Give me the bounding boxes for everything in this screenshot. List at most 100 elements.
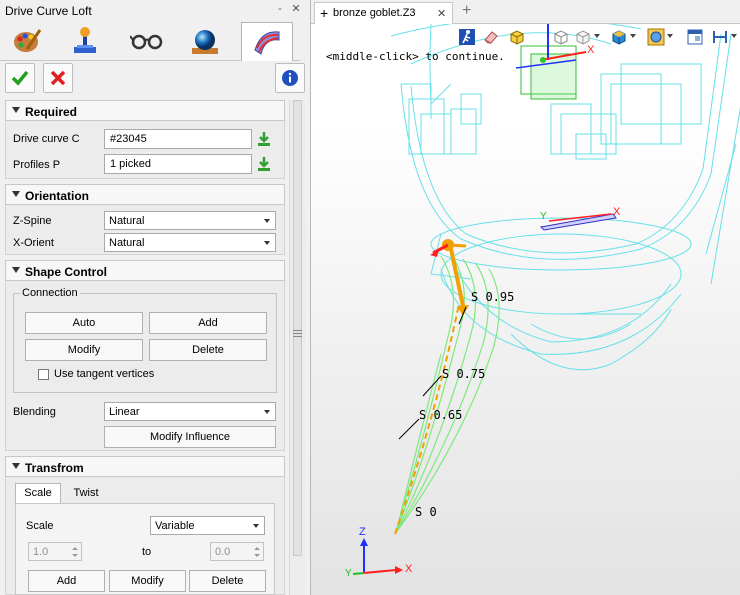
- add-tab-button[interactable]: +: [462, 2, 471, 20]
- required-section-body: Drive curve C #23045 Profiles P 1 picked: [5, 121, 285, 179]
- collapse-triangle-icon: [12, 191, 20, 197]
- pick-arrow-icon[interactable]: [256, 131, 272, 147]
- collapse-triangle-icon: [12, 463, 20, 469]
- tangent-vertices-checkbox[interactable]: [38, 369, 49, 380]
- blending-value: Linear: [109, 406, 140, 418]
- transform-section-body: Scale Twist Scale Variable 1.0 to 0.0 Ad…: [5, 477, 285, 595]
- cancel-button[interactable]: [43, 63, 73, 93]
- chevron-down-icon: [264, 241, 270, 245]
- spin-down-icon: [72, 554, 78, 557]
- add-button[interactable]: Add: [149, 312, 267, 334]
- transform-delete-button[interactable]: Delete: [189, 570, 266, 592]
- paint-palette-icon[interactable]: [2, 22, 52, 60]
- close-panel-button[interactable]: ✕: [289, 2, 303, 16]
- scale-to-spinner[interactable]: 0.0: [210, 542, 264, 561]
- pin-button[interactable]: ‐: [273, 2, 287, 16]
- profile-y-label: Y: [540, 211, 547, 222]
- scale-select[interactable]: Variable: [150, 516, 265, 535]
- label-s-095: S 0.95: [471, 290, 515, 304]
- collapse-triangle-icon: [12, 267, 20, 273]
- pick-arrow-icon[interactable]: [256, 156, 272, 172]
- connection-label: Connection: [20, 287, 80, 299]
- collapse-triangle-icon: [12, 107, 20, 113]
- connection-group: Connection Auto Add Modify Delete Use ta…: [13, 287, 277, 393]
- profiles-label: Profiles P: [13, 159, 61, 171]
- action-bar: [0, 61, 305, 95]
- tab-twist[interactable]: Twist: [64, 484, 108, 504]
- tool-icon-bar: [0, 20, 300, 61]
- render-sphere-icon[interactable]: [647, 28, 665, 46]
- modify-influence-button[interactable]: Modify Influence: [104, 426, 276, 448]
- blending-label: Blending: [13, 406, 56, 418]
- drive-curve-loft-panel: Drive Curve Loft ‐ ✕ Required Drive curv…: [0, 0, 311, 595]
- section-title: Transfrom: [25, 461, 84, 475]
- ok-button[interactable]: [5, 63, 35, 93]
- triad-z-label: Z: [359, 526, 366, 538]
- glasses-icon[interactable]: [122, 22, 172, 60]
- label-s-065: S 0.65: [419, 408, 463, 422]
- chevron-down-icon[interactable]: [731, 34, 737, 38]
- chevron-down-icon: [253, 524, 259, 528]
- running-man-icon[interactable]: [458, 28, 476, 46]
- zspine-select[interactable]: Natural: [104, 211, 276, 230]
- close-tab-icon[interactable]: ✕: [437, 7, 446, 20]
- chevron-down-icon[interactable]: [594, 34, 600, 38]
- loft-surface-icon[interactable]: [241, 22, 293, 61]
- section-title: Shape Control: [25, 265, 108, 279]
- shaded-box-icon[interactable]: [610, 28, 628, 46]
- panel-title: Drive Curve Loft: [5, 4, 92, 18]
- chevron-down-icon: [264, 219, 270, 223]
- triad-y-label: Y: [345, 568, 352, 579]
- profile-x-label: X: [613, 206, 621, 218]
- tab-bronze-goblet[interactable]: + bronze goblet.Z3 ✕: [314, 2, 453, 24]
- model-wireframe: [352, 24, 740, 575]
- scale-value: Variable: [155, 520, 195, 532]
- joystick-icon[interactable]: [60, 22, 110, 60]
- info-icon: [282, 70, 298, 86]
- drive-curve-field[interactable]: #23045: [104, 129, 252, 149]
- required-section-header[interactable]: Required: [5, 100, 285, 121]
- pin-plus-icon: +: [320, 5, 329, 21]
- wire-box-icon[interactable]: [552, 28, 570, 46]
- window-view-icon[interactable]: [686, 28, 704, 46]
- auto-button[interactable]: Auto: [25, 312, 143, 334]
- tab-scale[interactable]: Scale: [15, 483, 61, 503]
- to-label: to: [142, 546, 152, 558]
- spin-up-icon: [72, 547, 78, 550]
- x-icon: [50, 70, 66, 86]
- blending-select[interactable]: Linear: [104, 402, 276, 421]
- check-icon: [11, 70, 29, 86]
- eraser-icon[interactable]: [482, 28, 500, 46]
- document-tab-bar: + bronze goblet.Z3 ✕ +: [311, 0, 740, 24]
- xorient-select[interactable]: Natural: [104, 233, 276, 252]
- shape-control-section-body: Connection Auto Add Modify Delete Use ta…: [5, 281, 285, 451]
- spin-down-icon: [254, 554, 260, 557]
- transform-modify-button[interactable]: Modify: [109, 570, 186, 592]
- close-icon: ✕: [291, 3, 301, 15]
- 3d-viewport[interactable]: <middle-click> to continue. S 0.95 S 0.7…: [311, 24, 740, 595]
- box-highlight-icon[interactable]: [508, 28, 526, 46]
- transform-add-button[interactable]: Add: [28, 570, 105, 592]
- panel-scrollbar[interactable]: [289, 100, 305, 595]
- profiles-field[interactable]: 1 picked: [104, 154, 252, 174]
- scroll-thumb[interactable]: [293, 100, 302, 556]
- chevron-down-icon[interactable]: [667, 34, 673, 38]
- orientation-section-header[interactable]: Orientation: [5, 184, 285, 205]
- delete-button[interactable]: Delete: [149, 339, 267, 361]
- sphere-icon[interactable]: [180, 22, 230, 60]
- orientation-section-body: Z-Spine Natural X-Orient Natural: [5, 205, 285, 255]
- modify-button[interactable]: Modify: [25, 339, 143, 361]
- tangent-vertices-label: Use tangent vertices: [54, 368, 155, 380]
- white-box-icon[interactable]: [574, 28, 592, 46]
- dimension-icon[interactable]: [711, 28, 729, 46]
- label-s-0: S 0: [415, 505, 437, 519]
- scale-tab-page: Scale Variable 1.0 to 0.0 Add Modify Del…: [15, 503, 275, 595]
- transform-section-header[interactable]: Transfrom: [5, 456, 285, 477]
- scale-from-value: 1.0: [33, 546, 49, 558]
- help-button[interactable]: [275, 63, 305, 93]
- chevron-down-icon[interactable]: [630, 34, 636, 38]
- scale-from-spinner[interactable]: 1.0: [28, 542, 82, 561]
- shape-control-section-header[interactable]: Shape Control: [5, 260, 285, 281]
- view-area: + bronze goblet.Z3 ✕ + <middle-click> to…: [311, 0, 740, 595]
- section-title: Required: [25, 105, 78, 119]
